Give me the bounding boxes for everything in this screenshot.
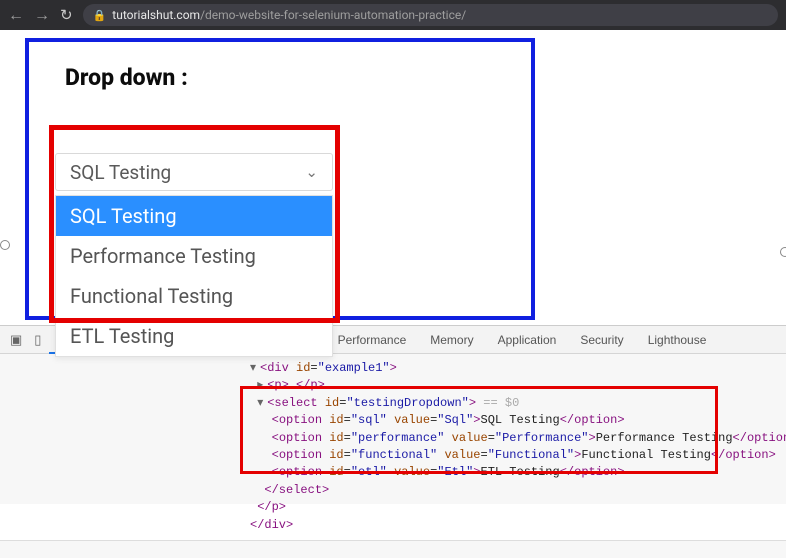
tab-memory[interactable]: Memory	[420, 327, 483, 353]
selection-handle[interactable]	[0, 240, 10, 250]
tab-application[interactable]: Application	[488, 327, 567, 353]
tab-security[interactable]: Security	[570, 327, 633, 353]
devtools-footer	[0, 540, 786, 558]
url-path: /demo-website-for-selenium-automation-pr…	[200, 8, 466, 22]
lock-icon: 🔒	[93, 9, 107, 22]
page-content: Drop down : SQL Testing ⌄ SQL Testing Pe…	[0, 30, 786, 325]
inspect-icon[interactable]: ▣	[6, 332, 26, 348]
tab-lighthouse[interactable]: Lighthouse	[638, 327, 717, 353]
back-icon[interactable]: ←	[8, 5, 24, 25]
annotation-highlight	[49, 125, 340, 323]
tab-performance[interactable]: Performance	[328, 327, 417, 353]
url-domain: tutorialshut.com	[112, 8, 200, 22]
address-bar[interactable]: 🔒 tutorialshut.com/demo-website-for-sele…	[83, 4, 778, 26]
devtools-elements-body[interactable]: ▾<div id="example1"> ▸<p>…</p> ▾<select …	[0, 354, 786, 540]
forward-icon[interactable]: →	[34, 5, 50, 25]
reload-icon[interactable]: ↻	[60, 6, 73, 24]
browser-toolbar: ← → ↻ 🔒 tutorialshut.com/demo-website-fo…	[0, 0, 786, 30]
selection-handle[interactable]	[780, 247, 786, 257]
section-heading: Drop down :	[65, 64, 531, 91]
device-toolbar-icon[interactable]: ▯	[30, 332, 45, 348]
